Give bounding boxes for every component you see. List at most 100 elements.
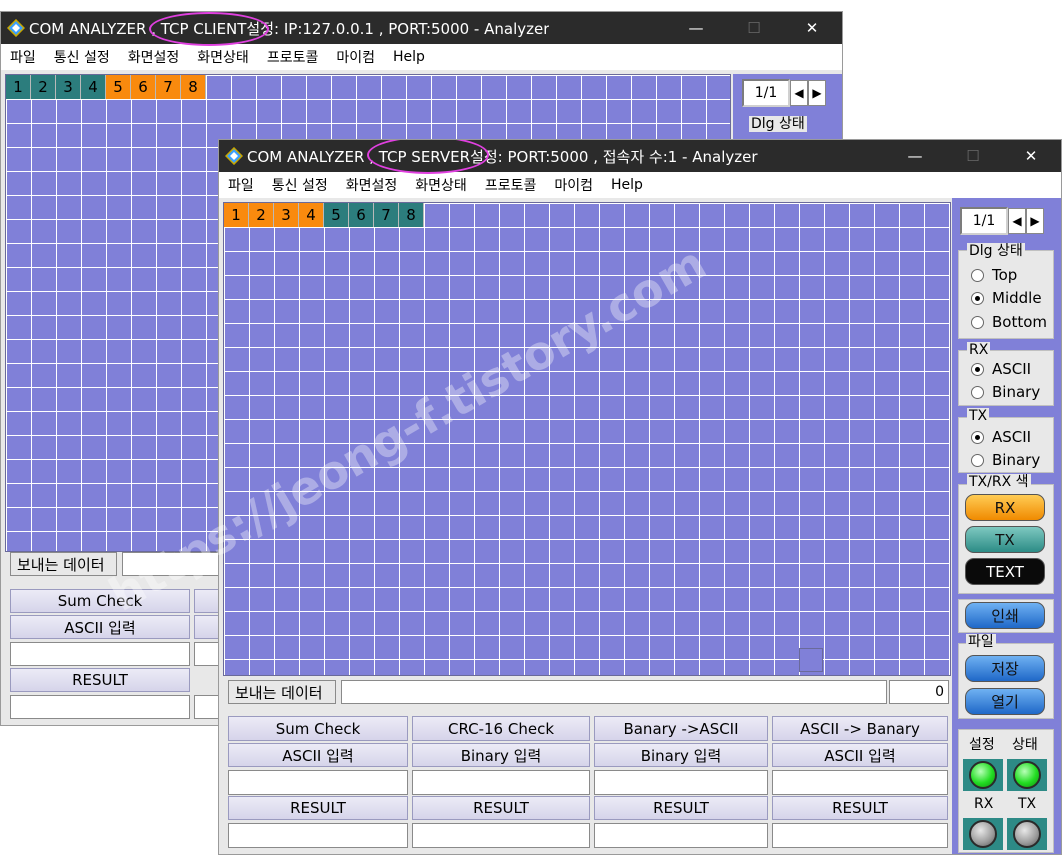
tx-led-icon: [1013, 820, 1041, 848]
client-tab-5[interactable]: 5: [106, 75, 131, 99]
menu-comm-settings[interactable]: 통신 설정: [263, 175, 337, 195]
client-sum-input[interactable]: [10, 642, 190, 666]
send-data-label: 보내는 데이터: [228, 680, 336, 704]
binary-to-ascii-input-field[interactable]: [594, 770, 768, 795]
menu-file[interactable]: 파일: [219, 175, 263, 195]
server-data-grid[interactable]: [223, 202, 951, 676]
sum-check-header: Sum Check: [228, 716, 408, 741]
server-title: COM ANALYZER , TCP SERVER설정: PORT:5000 ,…: [247, 147, 758, 166]
radio-dot-selected: [971, 362, 984, 376]
radio-label: Top: [992, 266, 1018, 284]
radio-rx-ascii[interactable]: ASCII: [971, 360, 1031, 378]
server-grid-corner: [799, 648, 823, 672]
sum-result-label: RESULT: [228, 796, 408, 820]
send-data-input[interactable]: [341, 680, 887, 704]
menu-comm-settings[interactable]: 통신 설정: [45, 47, 119, 67]
radio-label: Binary: [992, 451, 1041, 469]
client-page-tabs: 1 2 3 4 5 6 7 8: [6, 75, 206, 99]
radio-dlg-bottom[interactable]: Bottom: [971, 313, 1047, 331]
app-diamond-icon: [225, 147, 243, 165]
server-tab-8[interactable]: 8: [399, 203, 424, 227]
state-led-icon: [1013, 761, 1041, 789]
maximize-button[interactable]: ☐: [944, 140, 1002, 172]
client-pager: 1/1 ◀ ▶: [742, 79, 826, 107]
tx-color-button[interactable]: TX: [965, 526, 1045, 553]
client-annotation-circle: [149, 12, 269, 46]
binary-to-ascii-result-field: [594, 823, 768, 848]
client-prev-page-icon[interactable]: ◀: [790, 80, 808, 106]
close-button[interactable]: ✕: [783, 12, 841, 44]
server-next-page-icon[interactable]: ▶: [1026, 208, 1044, 234]
radio-dot: [971, 315, 984, 329]
client-result-field: [10, 695, 190, 719]
menu-screen-settings[interactable]: 화면설정: [119, 47, 189, 67]
server-tab-5[interactable]: 5: [324, 203, 349, 227]
radio-dot: [971, 385, 984, 399]
radio-dlg-top[interactable]: Top: [971, 266, 1017, 284]
ascii-to-binary-input-label: ASCII 입력: [772, 743, 948, 767]
menu-protocol[interactable]: 프로토콜: [258, 47, 328, 67]
server-page-tabs: 1 2 3 4 5 6 7 8: [224, 203, 424, 227]
server-tab-1[interactable]: 1: [224, 203, 249, 227]
close-button[interactable]: ✕: [1002, 140, 1060, 172]
minimize-button[interactable]: —: [667, 12, 725, 44]
radio-label: ASCII: [992, 428, 1032, 446]
maximize-button[interactable]: ☐: [725, 12, 783, 44]
server-file-label: 파일: [966, 634, 996, 650]
minimize-button[interactable]: —: [886, 140, 944, 172]
client-tab-6[interactable]: 6: [131, 75, 156, 99]
client-tab-4[interactable]: 4: [81, 75, 106, 99]
radio-tx-binary[interactable]: Binary: [971, 451, 1040, 469]
client-send-data-label: 보내는 데이터: [10, 552, 117, 576]
ascii-to-binary-input-field[interactable]: [772, 770, 948, 795]
menu-screen-settings[interactable]: 화면설정: [337, 175, 407, 195]
binary-to-ascii-result-label: RESULT: [594, 796, 768, 820]
app-diamond-icon: [7, 19, 25, 37]
client-tab-3[interactable]: 3: [56, 75, 81, 99]
server-tab-2[interactable]: 2: [249, 203, 274, 227]
client-next-page-icon[interactable]: ▶: [808, 80, 826, 106]
binary-to-ascii-header: Banary ->ASCII: [594, 716, 768, 741]
radio-label: Bottom: [992, 313, 1048, 331]
crc16-input-field[interactable]: [412, 770, 590, 795]
binary-to-ascii-input-label: Binary 입력: [594, 743, 768, 767]
client-tab-8[interactable]: 8: [181, 75, 206, 99]
menu-micom[interactable]: 마이컴: [327, 47, 384, 67]
radio-rx-binary[interactable]: Binary: [971, 383, 1040, 401]
save-button[interactable]: 저장: [965, 655, 1045, 682]
crc16-input-label: Binary 입력: [412, 743, 590, 767]
radio-tx-ascii[interactable]: ASCII: [971, 428, 1031, 446]
print-button[interactable]: 인쇄: [965, 602, 1045, 629]
server-tab-4[interactable]: 4: [299, 203, 324, 227]
rx-led-icon: [969, 820, 997, 848]
server-prev-page-icon[interactable]: ◀: [1008, 208, 1026, 234]
menu-micom[interactable]: 마이컴: [545, 175, 602, 195]
menu-help[interactable]: Help: [384, 49, 434, 65]
client-tab-1[interactable]: 1: [6, 75, 31, 99]
menu-screen-state[interactable]: 화면상태: [406, 175, 476, 195]
ascii-to-binary-result-label: RESULT: [772, 796, 948, 820]
radio-dlg-middle[interactable]: Middle: [971, 289, 1042, 307]
server-pager: 1/1 ◀ ▶: [960, 207, 1044, 235]
server-tab-6[interactable]: 6: [349, 203, 374, 227]
menu-protocol[interactable]: 프로토콜: [476, 175, 546, 195]
menu-help[interactable]: Help: [602, 177, 652, 193]
server-rx-label: RX: [967, 342, 991, 358]
send-count-field: 0: [889, 680, 949, 704]
server-tab-3[interactable]: 3: [274, 203, 299, 227]
server-page-indicator: 1/1: [960, 207, 1008, 235]
sum-input-field[interactable]: [228, 770, 408, 795]
menu-screen-state[interactable]: 화면상태: [188, 47, 258, 67]
rx-color-button[interactable]: RX: [965, 494, 1045, 521]
server-window[interactable]: COM ANALYZER , TCP SERVER설정: PORT:5000 ,…: [218, 139, 1062, 855]
text-color-button[interactable]: TEXT: [965, 558, 1045, 585]
settings-led-icon: [969, 761, 997, 789]
client-tab-7[interactable]: 7: [156, 75, 181, 99]
menu-file[interactable]: 파일: [1, 47, 45, 67]
client-ascii-input-label: ASCII 입력: [10, 615, 190, 639]
client-tab-2[interactable]: 2: [31, 75, 56, 99]
open-button[interactable]: 열기: [965, 688, 1045, 715]
radio-dot-selected: [971, 291, 984, 305]
server-tx-label: TX: [967, 408, 990, 424]
server-tab-7[interactable]: 7: [374, 203, 399, 227]
